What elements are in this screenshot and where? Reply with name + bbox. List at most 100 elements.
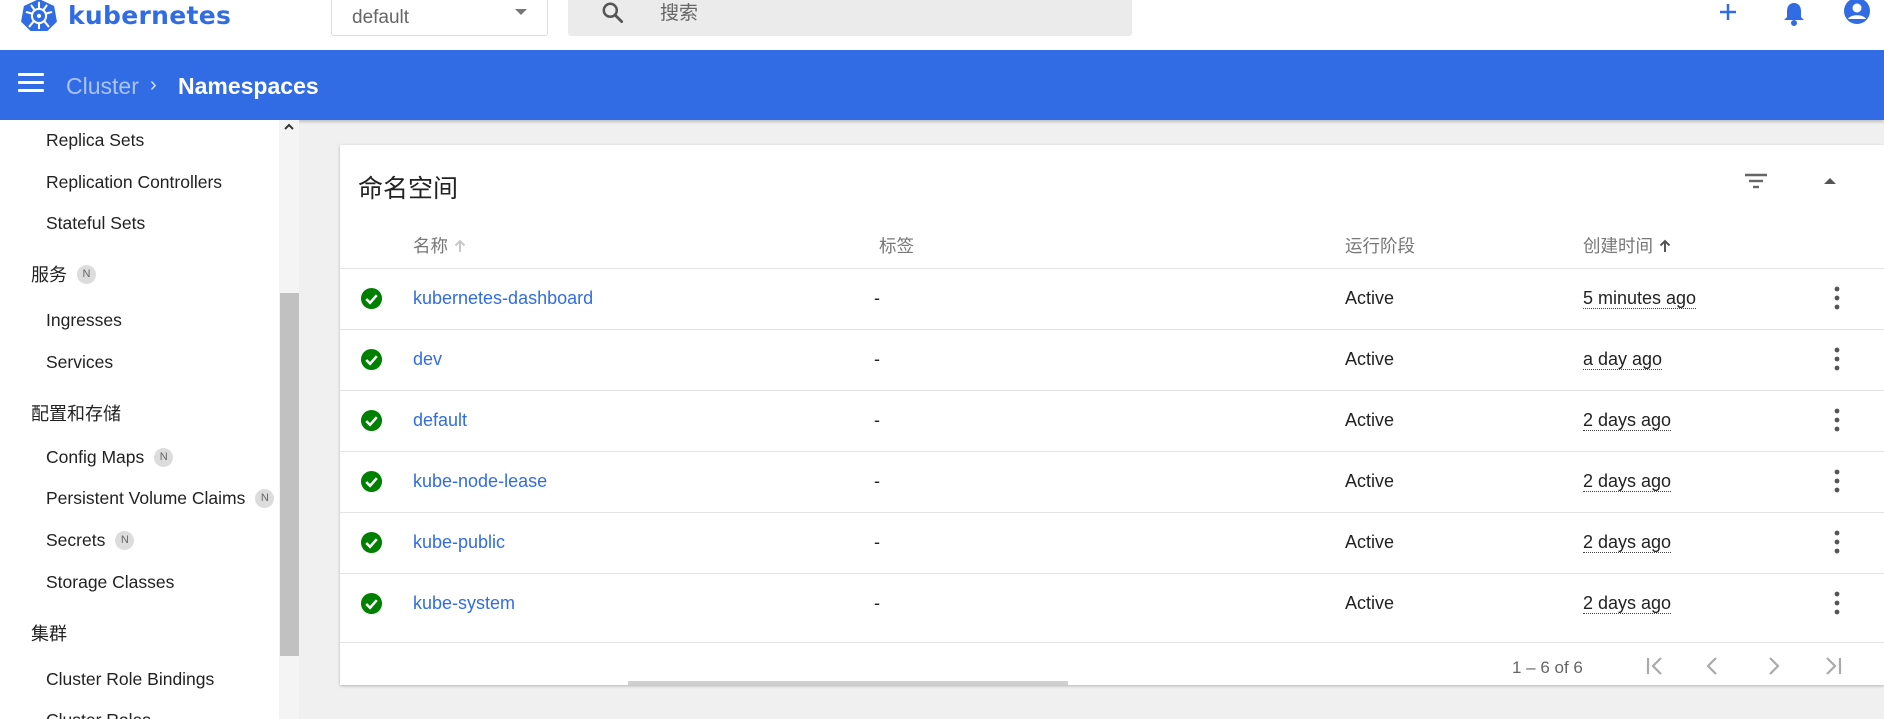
row-labels: - <box>874 593 880 613</box>
sidebar-group-cluster[interactable]: 集群 <box>31 620 67 646</box>
sidebar-group-label: 配置和存储 <box>31 404 121 424</box>
namespace-link[interactable]: kube-system <box>413 593 515 614</box>
namespace-link[interactable]: default <box>413 410 467 431</box>
sidebar-item-services[interactable]: Services <box>46 352 113 373</box>
namespaced-badge: N <box>255 489 275 508</box>
scroll-up-icon[interactable] <box>283 120 295 134</box>
page-header: Cluster › Namespaces <box>0 50 1884 120</box>
more-vert-icon[interactable] <box>1831 590 1843 616</box>
sidebar-item-label: Storage Classes <box>46 572 175 592</box>
sidebar-group-label: 服务 <box>31 265 67 285</box>
search-input[interactable] <box>660 1 1100 27</box>
row-phase: Active <box>1345 532 1395 552</box>
row-phase: Active <box>1345 410 1395 430</box>
previous-page-icon[interactable] <box>1698 653 1728 679</box>
sidebar-group-service[interactable]: 服务 N <box>31 261 96 287</box>
account-button[interactable] <box>1841 0 1873 28</box>
more-vert-icon[interactable] <box>1831 407 1843 433</box>
namespace-link[interactable]: kube-public <box>413 532 505 553</box>
column-header-label: 名称 <box>413 236 448 256</box>
first-page-icon[interactable] <box>1640 653 1670 679</box>
column-header-phase[interactable]: 运行阶段 <box>1345 233 1415 258</box>
menu-button[interactable] <box>18 73 44 95</box>
sidebar-item-cluster-roles[interactable]: Cluster Roles <box>46 710 151 719</box>
sidebar-item-replica-sets[interactable]: Replica Sets <box>46 130 144 151</box>
pagination: 1 – 6 of 6 <box>340 642 1884 685</box>
table-row: kube-system - Active 2 days ago <box>340 573 1884 634</box>
app-name: kubernetes <box>68 0 232 30</box>
filter-icon[interactable] <box>1742 167 1770 195</box>
sidebar-item-label: Ingresses <box>46 310 122 330</box>
search-icon <box>602 2 624 24</box>
namespace-link[interactable]: kube-node-lease <box>413 471 547 492</box>
card-title: 命名空间 <box>358 175 459 203</box>
sidebar-item-label: Stateful Sets <box>46 213 146 233</box>
more-vert-icon[interactable] <box>1831 468 1843 494</box>
search-bar <box>568 0 1132 36</box>
row-created: 2 days ago <box>1583 471 1672 492</box>
account-icon <box>1844 0 1870 24</box>
sidebar-item-label: Cluster Roles <box>46 710 151 719</box>
breadcrumb-parent[interactable]: Cluster <box>66 73 139 100</box>
table-row: kubernetes-dashboard - Active 5 minutes … <box>340 268 1884 329</box>
sidebar-item-cluster-role-bindings[interactable]: Cluster Role Bindings <box>46 669 214 690</box>
sidebar-item-storage-classes[interactable]: Storage Classes <box>46 572 174 593</box>
last-page-icon[interactable] <box>1818 653 1848 679</box>
collapse-icon[interactable] <box>1816 167 1844 195</box>
check-circle-icon <box>360 470 383 493</box>
sidebar-scrollbar-thumb[interactable] <box>280 293 299 656</box>
row-created: 5 minutes ago <box>1583 288 1697 309</box>
sidebar-group-config-storage[interactable]: 配置和存储 <box>31 400 121 426</box>
namespace-link[interactable]: kubernetes-dashboard <box>413 288 593 309</box>
column-header-created[interactable]: 创建时间 <box>1583 233 1671 258</box>
next-page-icon[interactable] <box>1758 653 1788 679</box>
table-row: default - Active 2 days ago <box>340 390 1884 451</box>
create-button[interactable] <box>1712 0 1744 28</box>
top-toolbar: kubernetes default <box>0 0 1884 50</box>
check-circle-icon <box>360 592 383 615</box>
sidebar-item-persistent-volume-claims[interactable]: Persistent Volume Claims N <box>46 488 275 509</box>
sidebar-item-secrets[interactable]: Secrets N <box>46 530 135 551</box>
row-labels: - <box>874 410 880 430</box>
sidebar-item-replication-controllers[interactable]: Replication Controllers <box>46 172 222 193</box>
table-row: kube-node-lease - Active 2 days ago <box>340 451 1884 512</box>
namespace-link[interactable]: dev <box>413 349 442 370</box>
check-circle-icon <box>360 287 383 310</box>
app-logo[interactable]: kubernetes <box>20 0 232 32</box>
table-row: dev - Active a day ago <box>340 329 1884 390</box>
sidebar-item-label: Services <box>46 352 114 372</box>
row-created: a day ago <box>1583 349 1663 370</box>
sort-arrow-up-icon <box>1659 239 1671 252</box>
chevron-down-icon <box>515 9 527 15</box>
sidebar-item-label: Replica Sets <box>46 130 145 150</box>
chevron-right-icon: › <box>150 74 157 96</box>
row-phase: Active <box>1345 471 1395 491</box>
sort-arrow-up-icon <box>454 239 466 252</box>
namespaced-badge: N <box>77 264 96 284</box>
more-vert-icon[interactable] <box>1831 346 1843 372</box>
horizontal-scrollbar[interactable] <box>628 681 1068 685</box>
notifications-button[interactable] <box>1778 0 1810 28</box>
sidebar-item-ingresses[interactable]: Ingresses <box>46 310 122 331</box>
sidebar-item-label: Config Maps <box>46 447 145 467</box>
table-row: kube-public - Active 2 days ago <box>340 512 1884 573</box>
check-circle-icon <box>360 531 383 554</box>
namespaced-badge: N <box>115 531 135 550</box>
kubernetes-logo-icon <box>21 0 57 32</box>
row-labels: - <box>874 288 880 308</box>
namespace-select-value: default <box>352 6 410 28</box>
sidebar-item-config-maps[interactable]: Config Maps N <box>46 447 174 468</box>
column-header-label: 标签 <box>879 236 914 256</box>
column-header-name[interactable]: 名称 <box>413 233 466 258</box>
add-icon <box>1720 4 1736 20</box>
row-created: 2 days ago <box>1583 593 1672 614</box>
row-labels: - <box>874 471 880 491</box>
sidebar: Replica Sets Replication Controllers Sta… <box>0 120 279 719</box>
namespace-select[interactable]: default <box>331 0 548 36</box>
row-phase: Active <box>1345 593 1395 613</box>
more-vert-icon[interactable] <box>1831 529 1843 555</box>
column-header-label: 运行阶段 <box>1345 236 1415 256</box>
more-vert-icon[interactable] <box>1831 285 1843 311</box>
row-labels: - <box>874 532 880 552</box>
sidebar-item-stateful-sets[interactable]: Stateful Sets <box>46 213 145 234</box>
